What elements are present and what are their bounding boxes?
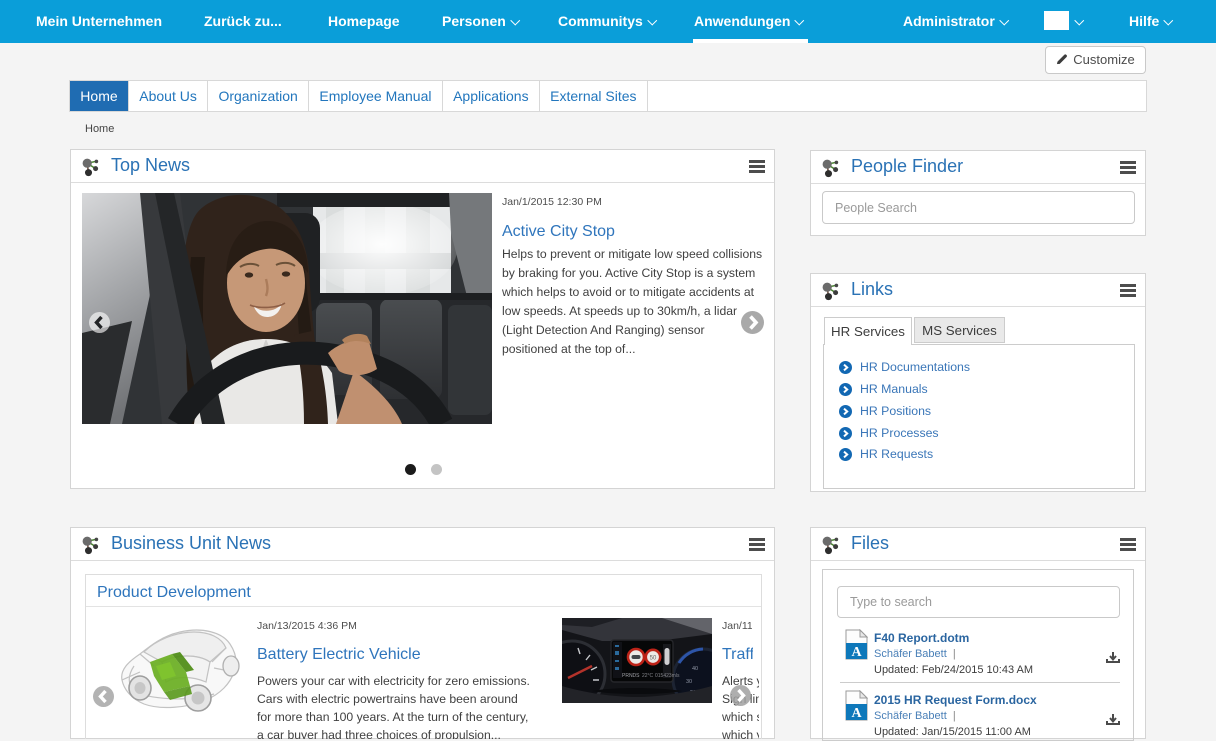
- svg-text:PRNDS: PRNDS: [622, 673, 640, 679]
- svg-text:50: 50: [650, 656, 657, 662]
- svg-text:A: A: [851, 645, 862, 660]
- svg-text:015423mls: 015423mls: [655, 673, 680, 679]
- svg-text:A: A: [851, 706, 862, 721]
- svg-text:22°C: 22°C: [642, 673, 654, 679]
- svg-text:30: 30: [686, 679, 692, 685]
- svg-text:40: 40: [692, 666, 698, 672]
